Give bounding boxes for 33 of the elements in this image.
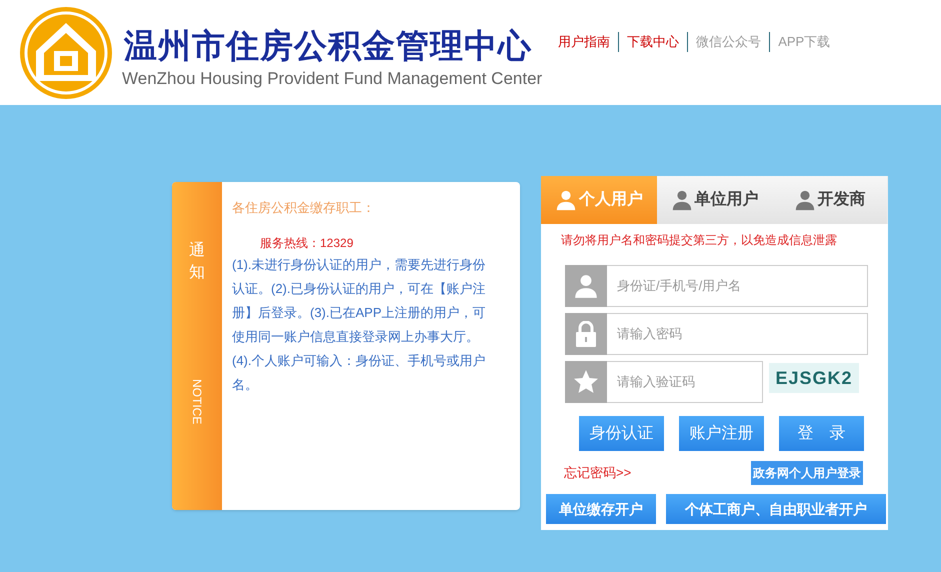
captcha-image[interactable]: EJSGK2 bbox=[769, 363, 859, 393]
action-button[interactable]: 登 录 bbox=[779, 416, 864, 451]
notice-greeting: 各住房公积金缴存职工： bbox=[232, 199, 376, 217]
gov-login-button[interactable]: 政务网个人用户登录 bbox=[751, 461, 863, 485]
hotline-text: 服务热线：12329 bbox=[260, 234, 354, 252]
notice-tab-subtitle: NOTICE bbox=[189, 378, 205, 424]
user-type-tab[interactable]: 单位用户 bbox=[657, 176, 772, 224]
input-field[interactable]: 身份证/手机号/用户名 bbox=[607, 265, 868, 307]
account-open-button[interactable]: 单位缴存开户 bbox=[546, 494, 656, 524]
input-field[interactable]: 请输入验证码 bbox=[607, 361, 763, 403]
house-logo-icon bbox=[18, 5, 114, 101]
star-icon bbox=[573, 369, 599, 395]
notice-tab-title: 通知 bbox=[189, 240, 205, 284]
user-icon bbox=[573, 273, 599, 299]
site-title: 温州市住房公积金管理中心 bbox=[124, 26, 533, 66]
nav-link[interactable]: APP下载 bbox=[769, 32, 838, 52]
action-button[interactable]: 身份认证 bbox=[579, 416, 664, 451]
user-type-tab[interactable]: 开发商 bbox=[772, 176, 887, 224]
forgot-password-link[interactable]: 忘记密码>> bbox=[564, 463, 632, 483]
padlock-icon bbox=[575, 321, 597, 347]
person-icon bbox=[555, 189, 577, 211]
warning-text: 请勿将用户名和密码提交第三方，以免造成信息泄露 bbox=[561, 232, 838, 249]
person-icon bbox=[670, 189, 692, 211]
action-button[interactable]: 账户注册 bbox=[679, 416, 764, 451]
person-icon bbox=[794, 189, 816, 211]
nav-link[interactable]: 微信公众号 bbox=[687, 32, 770, 52]
input-field[interactable]: 请输入密码 bbox=[607, 313, 868, 355]
notice-body: (1).未进行身份认证的用户，需要先进行身份认证。(2).已身份认证的用户，可在【账户注册】后登录。(3).已在APP上注册的用户，可使用同一账户信息直接登录网上办事大厅。(4).个人账户可输入：身份证、手机号或用户名。 bbox=[232, 256, 487, 394]
user-type-tab[interactable]: 个人用户 bbox=[541, 176, 657, 224]
account-open-button[interactable]: 个体工商户、自由职业者开户 bbox=[666, 494, 886, 524]
nav-link[interactable]: 下载中心 bbox=[618, 32, 688, 52]
site-subtitle: WenZhou Housing Provident Fund Management Center bbox=[122, 68, 542, 90]
nav-link[interactable]: 用户指南 bbox=[550, 32, 618, 52]
